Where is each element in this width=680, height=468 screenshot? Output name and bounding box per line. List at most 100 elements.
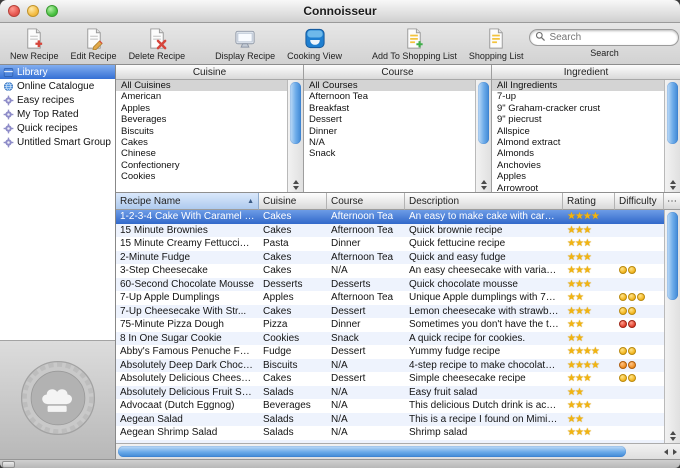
scroll-up-arrow-icon[interactable]: [292, 180, 299, 184]
scroll-left-arrow-icon[interactable]: [664, 448, 668, 455]
browser-list-item[interactable]: Chinese: [116, 148, 287, 159]
app-window: Connoisseur New Recipe Edit Recipe Delete …: [0, 0, 680, 468]
browser-list-item[interactable]: N/A: [304, 137, 475, 148]
scroll-up-arrow-icon[interactable]: [669, 180, 676, 184]
table-row[interactable]: Advocaat (Dutch Eggnog) Beverages N/A This …: [116, 399, 664, 413]
table-row[interactable]: 8 In One Sugar Cookie Cookies Snack A quick…: [116, 331, 664, 345]
table-row[interactable]: 1-2-3-4 Cake With Caramel Icing Cakes Afte…: [116, 210, 664, 224]
cuisine-cell: Apples: [263, 292, 294, 303]
search-field[interactable]: [529, 29, 680, 46]
scroll-down-arrow-icon[interactable]: [669, 186, 676, 190]
sidebar-item-library[interactable]: Library: [0, 65, 115, 79]
browser-list-item[interactable]: Biscuits: [116, 126, 287, 137]
table-row[interactable]: 15 Minute Creamy Fettuccini A... Pasta Din…: [116, 237, 664, 251]
sidebar-item-untitled-smart-group[interactable]: Untitled Smart Group: [0, 135, 115, 149]
star-rating: ★★★: [567, 278, 592, 290]
column-overflow-button[interactable]: ⋯: [664, 193, 680, 210]
column-header-recipe-name[interactable]: Recipe Name ▲: [116, 193, 259, 210]
browser-list-item[interactable]: Beverages: [116, 114, 287, 125]
column-header-difficulty[interactable]: Difficulty: [615, 193, 664, 210]
browser-list-item[interactable]: Allspice: [492, 126, 664, 137]
sidebar-item-my-top-rated[interactable]: My Top Rated: [0, 107, 115, 121]
browser-list-item[interactable]: Anchovies: [492, 160, 664, 171]
scrollbar-thumb[interactable]: [118, 446, 626, 457]
browser-list-item[interactable]: Apples: [116, 103, 287, 114]
table-row[interactable]: Absolutely Deep Dark Chocola... Biscuits N…: [116, 358, 664, 372]
table-horizontal-scrollbar[interactable]: [116, 443, 680, 459]
table-row[interactable]: 7-Up Apple Dumplings Apples Afternoon Tea U…: [116, 291, 664, 305]
browser-scrollbar[interactable]: [475, 80, 491, 192]
titlebar[interactable]: Connoisseur: [0, 0, 680, 23]
scroll-down-arrow-icon[interactable]: [480, 186, 487, 190]
toolbar-button-shopping-list[interactable]: Shopping List: [469, 27, 523, 61]
table-row[interactable]: Abby's Famous Penuche Fudge Fudge Dessert Y…: [116, 345, 664, 359]
column-header-cuisine[interactable]: Cuisine: [259, 193, 327, 210]
table-row[interactable]: 60-Second Chocolate Mousse Desserts Desser…: [116, 277, 664, 292]
recipe-name-cell: Aegean Salad: [120, 413, 183, 425]
toolbar-button-new-recipe[interactable]: New Recipe: [10, 27, 59, 61]
table-row[interactable]: 15 Minute Brownies Cakes Afternoon Tea Quic…: [116, 223, 664, 237]
browser-scrollbar[interactable]: [287, 80, 303, 192]
browser-list-item[interactable]: 9" piecrust: [492, 114, 664, 125]
description-cell: Shrimp salad: [409, 427, 468, 438]
toolbar-button-cooking-view[interactable]: Cooking View: [287, 27, 342, 61]
zoom-button[interactable]: [46, 5, 58, 17]
browser-list-item[interactable]: 9" Graham-cracker crust: [492, 103, 664, 114]
browser-list-item[interactable]: All Courses: [304, 80, 475, 92]
browser-list-item[interactable]: Dinner: [304, 126, 475, 137]
browser-list-item[interactable]: 7-up: [492, 91, 664, 102]
column-header-course[interactable]: Course: [327, 193, 405, 210]
close-button[interactable]: [8, 5, 20, 17]
scrollbar-thumb[interactable]: [478, 82, 489, 144]
browser-list-item[interactable]: Cookies: [116, 171, 287, 182]
table-row[interactable]: 2-Minute Fudge Cakes Afternoon Tea Quick an…: [116, 250, 664, 265]
browser-list-item[interactable]: Almond extract: [492, 137, 664, 148]
rating-cell: ★★★: [563, 305, 615, 319]
scroll-right-arrow-icon[interactable]: [673, 448, 677, 455]
toolbar-button-delete-recipe[interactable]: Delete Recipe: [129, 27, 185, 61]
column-header-rating[interactable]: Rating: [563, 193, 615, 210]
scroll-up-arrow-icon[interactable]: [480, 180, 487, 184]
browser-list-item[interactable]: Confectionery: [116, 160, 287, 171]
rating-cell: ★★: [563, 413, 615, 427]
search-input[interactable]: [546, 32, 674, 43]
sidebar-item-easy-recipes[interactable]: Easy recipes: [0, 93, 115, 107]
scroll-down-arrow-icon[interactable]: [292, 186, 299, 190]
browser-list-item[interactable]: Dessert: [304, 114, 475, 125]
browser-list-item[interactable]: All Cuisines: [116, 80, 287, 92]
toolbar-button-add-to-shopping-list[interactable]: Add To Shopping List: [372, 27, 457, 61]
bottom-bar-button[interactable]: [2, 461, 15, 468]
table-row[interactable]: Absolutely Delicious Cheesecake Cakes Dess…: [116, 372, 664, 386]
browser-list-item[interactable]: Apples: [492, 171, 664, 182]
browser-list-item[interactable]: Almonds: [492, 148, 664, 159]
table-vertical-scrollbar[interactable]: [664, 210, 680, 443]
browser-list-item[interactable]: American: [116, 91, 287, 102]
browser-list-item[interactable]: All Ingredients: [492, 80, 664, 92]
browser-list-item[interactable]: Arrowroot: [492, 183, 664, 192]
scroll-down-arrow-icon[interactable]: [669, 437, 676, 441]
scrollbar-thumb[interactable]: [667, 82, 678, 144]
scrollbar-thumb[interactable]: [667, 212, 678, 300]
browser-list-item[interactable]: Breakfast: [304, 103, 475, 114]
browser-list-item[interactable]: Afternoon Tea: [304, 91, 475, 102]
scrollbar-thumb[interactable]: [290, 82, 301, 144]
table-row[interactable]: Absolutely Delicious Fruit Salad Salads N/…: [116, 385, 664, 399]
column-header-description[interactable]: Description: [405, 193, 563, 210]
browser-list-item[interactable]: Cakes: [116, 137, 287, 148]
minimize-button[interactable]: [27, 5, 39, 17]
table-row[interactable]: 3-Step Cheesecake Cakes N/A An easy cheesec…: [116, 264, 664, 278]
difficulty-face-icon: [628, 266, 636, 275]
sidebar-item-quick-recipes[interactable]: Quick recipes: [0, 121, 115, 135]
browser-list-item[interactable]: Snack: [304, 148, 475, 159]
table-row[interactable]: 75-Minute Pizza Dough Pizza Dinner Sometime…: [116, 318, 664, 332]
toolbar-button-edit-recipe[interactable]: Edit Recipe: [71, 27, 117, 61]
rating-cell: ★★★: [563, 278, 615, 292]
sidebar-item-online-catalogue[interactable]: Online Catalogue: [0, 79, 115, 93]
toolbar-button-display-recipe[interactable]: Display Recipe: [215, 27, 275, 61]
browser-scrollbar[interactable]: [664, 80, 680, 192]
difficulty-cell: [615, 251, 664, 265]
table-row[interactable]: Aegean Salad Salads N/A This is a recipe I …: [116, 412, 664, 427]
table-row[interactable]: Aegean Shrimp Salad Salads N/A Shrimp salad…: [116, 426, 664, 440]
scroll-up-arrow-icon[interactable]: [669, 431, 676, 435]
table-row[interactable]: 7-Up Cheesecake With Str... Cakes Dessert L…: [116, 304, 664, 319]
